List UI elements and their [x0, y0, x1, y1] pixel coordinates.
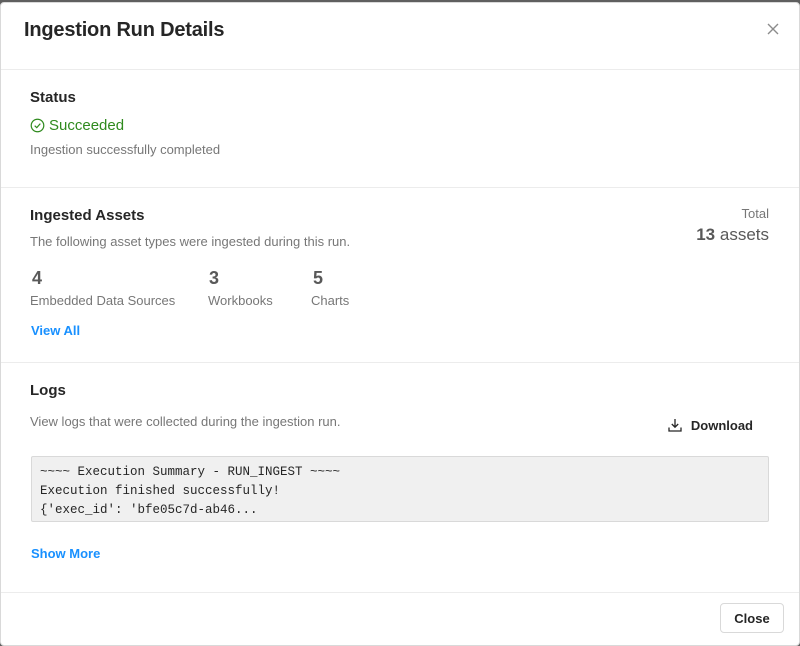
- ingested-assets-section: Ingested Assets The following asset type…: [1, 188, 799, 363]
- logs-description: View logs that were collected during the…: [30, 414, 341, 429]
- logs-section: Logs View logs that were collected durin…: [1, 363, 799, 591]
- ingested-assets-heading: Ingested Assets: [30, 207, 145, 224]
- close-icon[interactable]: [765, 21, 781, 37]
- download-label: Download: [690, 417, 753, 433]
- asset-label-embedded-data-sources: Embedded Data Sources: [30, 293, 176, 308]
- modal-header: Ingestion Run Details: [1, 3, 799, 70]
- modal-footer: Close: [1, 592, 799, 645]
- status-section: Status Succeeded Ingestion successfully …: [1, 70, 799, 188]
- ingested-assets-description: The following asset types were ingested …: [30, 234, 351, 249]
- view-all-link[interactable]: View All: [31, 323, 80, 338]
- logs-heading: Logs: [30, 382, 66, 399]
- log-line: {'exec_id': 'bfe05c7d-ab46...: [40, 503, 258, 517]
- asset-count-workbooks: 3: [209, 268, 220, 288]
- asset-count-embedded-data-sources: 4: [32, 268, 43, 288]
- download-icon: [668, 419, 682, 432]
- status-value-row: Succeeded: [30, 117, 124, 134]
- total-value: 13 assets: [696, 225, 769, 245]
- status-value: Succeeded: [49, 117, 125, 134]
- asset-count-charts: 5: [313, 268, 324, 288]
- log-line: Execution finished successfully!: [40, 484, 281, 498]
- download-button[interactable]: Download: [667, 417, 753, 433]
- close-button[interactable]: Close: [720, 603, 784, 633]
- show-more-link[interactable]: Show More: [31, 546, 100, 561]
- status-description: Ingestion successfully completed: [30, 142, 221, 157]
- total-label: Total: [741, 206, 769, 221]
- total-unit: assets: [719, 225, 769, 244]
- log-output: ~~~~ Execution Summary - RUN_INGEST ~~~~…: [31, 456, 769, 522]
- modal-title: Ingestion Run Details: [24, 19, 225, 41]
- asset-label-workbooks: Workbooks: [208, 293, 273, 308]
- status-heading: Status: [30, 89, 76, 106]
- ingestion-run-details-modal: Ingestion Run Details Status Succeeded I…: [0, 2, 800, 646]
- log-line: ~~~~ Execution Summary - RUN_INGEST ~~~~: [40, 465, 341, 479]
- total-count: 13: [696, 225, 716, 244]
- asset-label-charts: Charts: [311, 293, 350, 308]
- check-circle-icon: [30, 118, 45, 133]
